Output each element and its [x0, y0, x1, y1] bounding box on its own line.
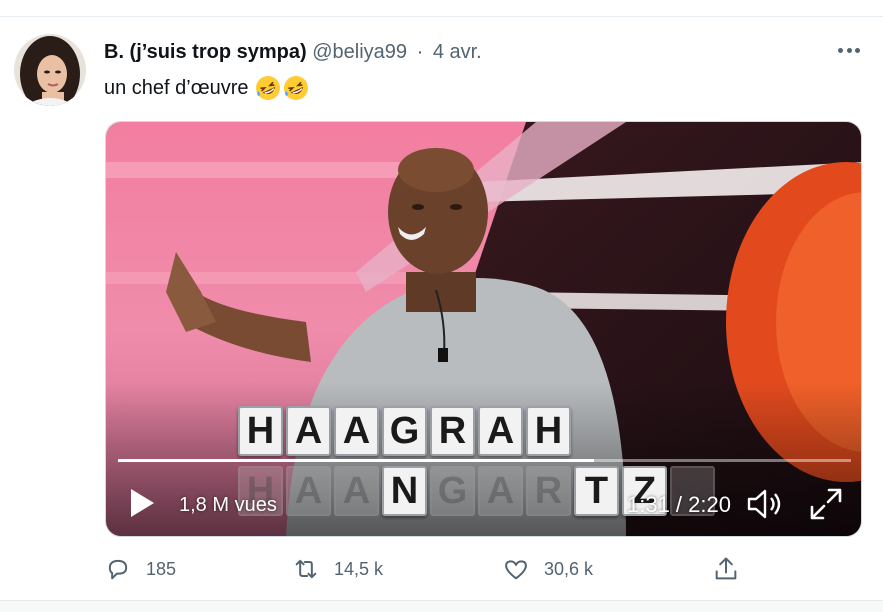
progress-fill — [118, 459, 595, 462]
letter-tile: H — [238, 406, 283, 456]
more-dot — [838, 47, 843, 53]
reply-button[interactable]: 185 — [104, 555, 176, 583]
rolling-laughing-emoji-icon — [283, 76, 308, 100]
avatar-image — [14, 34, 86, 106]
share-button[interactable] — [712, 555, 740, 583]
letter-tile: A — [286, 406, 331, 456]
like-icon — [505, 560, 527, 580]
rolling-laughing-emoji-icon — [255, 76, 280, 100]
emoji-group — [255, 75, 309, 101]
share-icon — [715, 557, 737, 580]
letter-tile: R — [430, 406, 475, 456]
tweet-date[interactable]: 4 avr. — [433, 41, 482, 63]
letter-tile: A — [334, 406, 379, 456]
retweet-button[interactable]: 14,5 k — [292, 555, 383, 583]
author-handle[interactable]: @beliya99 — [312, 41, 407, 63]
more-dot — [846, 47, 852, 53]
word-tiles-top: H A A G R A H — [238, 406, 571, 456]
video-controls: 1,8 M vues 1:31 / 2:20 — [106, 467, 861, 536]
tweet-header: B. (j’suis trop sympa) @beliya99 · 4 avr… — [104, 40, 482, 64]
header-separator: · — [416, 41, 424, 63]
tweet-text: un chef d’œuvre — [104, 75, 309, 101]
avatar[interactable] — [14, 34, 86, 106]
more-dots-icon[interactable] — [836, 40, 862, 60]
top-divider — [0, 16, 883, 17]
more-dot — [855, 47, 860, 53]
like-button[interactable]: 30,6 k — [502, 555, 593, 583]
reply-icon — [108, 559, 128, 580]
volume-icon[interactable] — [746, 487, 786, 521]
retweet-icon — [295, 559, 317, 579]
tweet-text-content: un chef d’œuvre — [104, 77, 249, 99]
author-name[interactable]: B. (j’suis trop sympa) — [104, 41, 307, 63]
letter-tile: H — [526, 406, 571, 456]
playback-time: 1:31 / 2:20 — [627, 492, 731, 517]
like-count: 30,6 k — [544, 558, 594, 579]
letter-tile: A — [478, 406, 523, 456]
fullscreen-icon[interactable] — [808, 486, 844, 522]
letter-tile: G — [382, 406, 427, 456]
progress-bar[interactable] — [118, 459, 851, 462]
tweet-actions: 185 14,5 k 30,6 k — [104, 555, 744, 589]
video-player[interactable]: H A A G R A H H A A N G A R T Z H 1,8 M … — [105, 121, 862, 537]
retweet-count: 14,5 k — [334, 558, 384, 579]
reply-count: 185 — [146, 558, 177, 579]
bottom-divider — [0, 600, 883, 612]
view-count: 1,8 M vues — [179, 494, 277, 516]
play-icon[interactable] — [128, 487, 156, 519]
